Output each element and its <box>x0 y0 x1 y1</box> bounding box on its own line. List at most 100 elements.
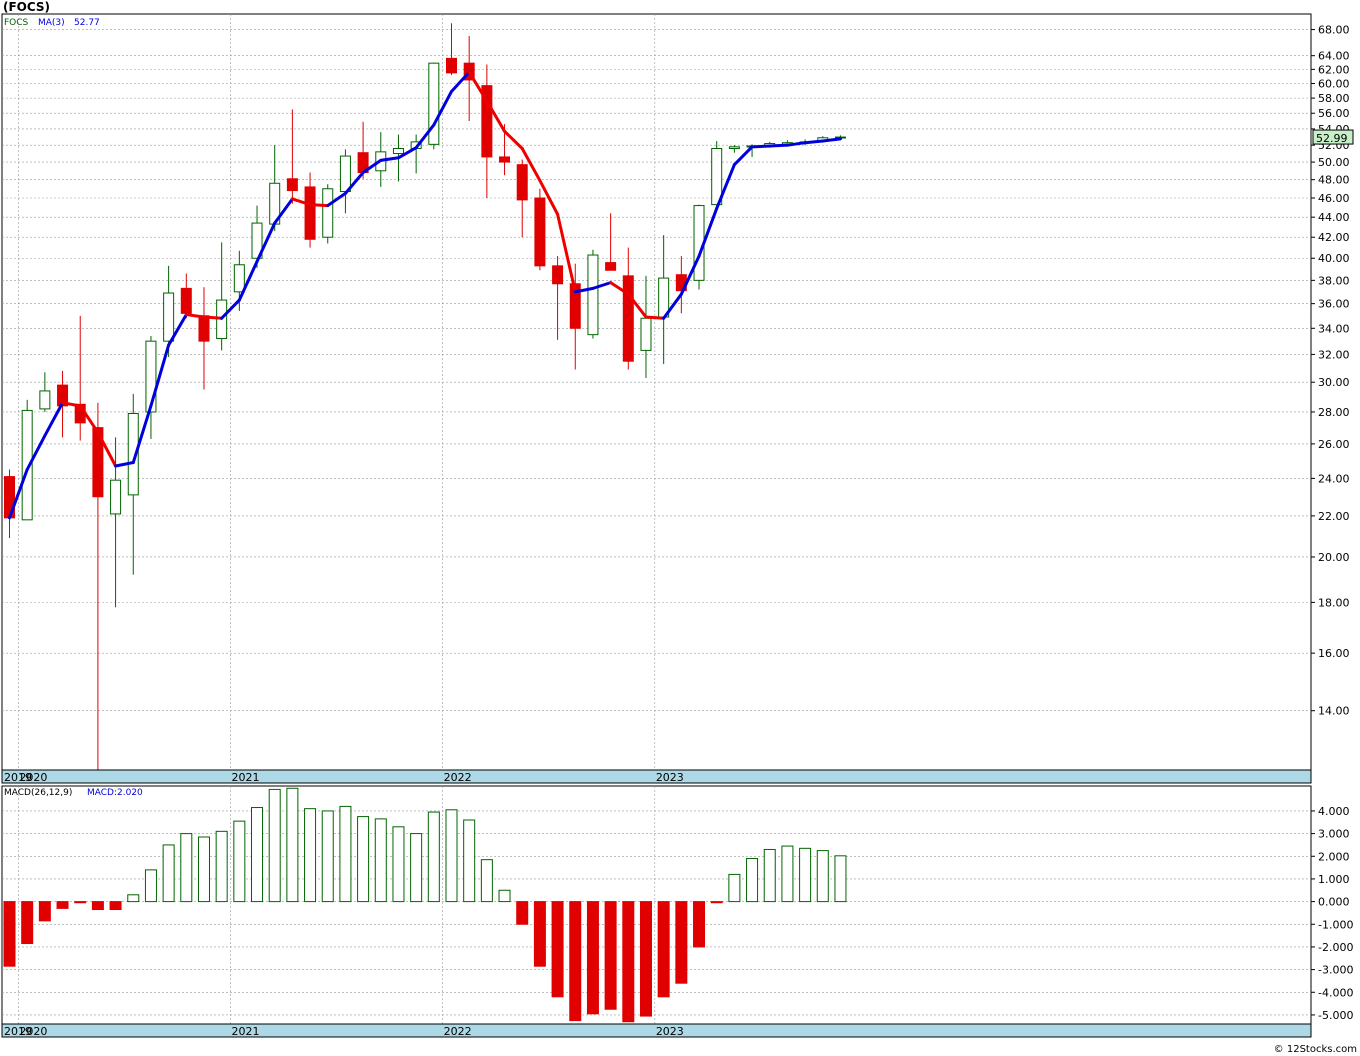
macd-legend-value: MACD:2.020 <box>87 788 143 798</box>
macd-bar-positive <box>127 894 140 903</box>
macd-bar-positive <box>215 830 228 903</box>
candle-body-down <box>622 275 634 362</box>
macd-bar-negative <box>657 901 670 998</box>
macd-bar-positive <box>816 850 829 903</box>
price-year-label: 2023 <box>656 771 684 784</box>
macd-bar-positive <box>480 859 493 903</box>
macd-bar-negative <box>38 901 51 922</box>
price-tick-label: 36.00 <box>1318 298 1350 311</box>
macd-bar-negative <box>91 901 104 911</box>
macd-bar-negative <box>74 901 87 904</box>
price-tick-label: 28.00 <box>1318 406 1350 419</box>
macd-tick-label: -2.000 <box>1318 941 1353 954</box>
price-tick-label: 20.00 <box>1318 551 1350 564</box>
macd-bar-negative <box>56 901 69 909</box>
price-tick-label: 16.00 <box>1318 647 1350 660</box>
candle-body-up <box>39 390 51 410</box>
macd-year-label: 2020 <box>19 1025 47 1038</box>
candle-body-up <box>339 155 351 193</box>
price-tick-label: 56.00 <box>1318 107 1350 120</box>
macd-tick-label: -4.000 <box>1318 986 1353 999</box>
price-tick-label: 14.00 <box>1318 705 1350 718</box>
last-price-marker: 52.99 <box>1312 129 1354 145</box>
price-tick-label: 46.00 <box>1318 192 1350 205</box>
macd-year-label: 2021 <box>232 1025 260 1038</box>
last-price-label: 52.99 <box>1316 132 1348 145</box>
price-tick-label: 38.00 <box>1318 274 1350 287</box>
macd-bar-positive <box>304 808 317 903</box>
candle-body-down <box>516 164 528 201</box>
candle-body-up <box>392 148 404 155</box>
candle-body-up <box>233 264 245 293</box>
candle-body-down <box>499 156 511 163</box>
price-year-label: 2022 <box>444 771 472 784</box>
macd-year-label: 2022 <box>444 1025 472 1038</box>
macd-bar-positive <box>728 873 741 903</box>
macd-bar-positive <box>763 848 776 903</box>
macd-tick-label: 2.000 <box>1318 850 1350 863</box>
price-tick-label: 22.00 <box>1318 510 1350 523</box>
macd-bar-negative <box>533 901 546 967</box>
macd-bar-negative <box>693 901 706 948</box>
macd-bar-negative <box>569 901 582 1022</box>
price-tick-label: 60.00 <box>1318 78 1350 91</box>
macd-year-label: 2023 <box>656 1025 684 1038</box>
macd-bar-negative <box>3 901 16 967</box>
macd-tick-label: -1.000 <box>1318 918 1353 931</box>
macd-bar-negative <box>109 901 122 911</box>
ma-segment <box>803 139 825 145</box>
macd-legend-name: MACD(26,12,9) <box>4 788 72 798</box>
candle-body-down <box>180 287 192 314</box>
ma-segment <box>750 144 772 149</box>
candle-body-down <box>534 197 546 267</box>
candle-body-down <box>552 265 564 285</box>
macd-bar-positive <box>180 833 193 903</box>
macd-bar-positive <box>799 847 812 903</box>
macd-bar-positive <box>268 788 281 903</box>
price-tick-label: 48.00 <box>1318 174 1350 187</box>
macd-bar-positive <box>392 826 405 903</box>
stock-chart: (FOCS) 14.00 16.00 18.00 20.00 22.00 24.00 26.… <box>0 0 1360 1056</box>
ma-segment <box>768 143 789 148</box>
macd-bar-positive <box>144 869 157 903</box>
candle-body-down <box>286 178 298 192</box>
macd-bar-negative <box>710 901 723 904</box>
macd-bar-positive <box>357 816 370 903</box>
ma-segment <box>308 203 330 208</box>
credit-text: © 12Stocks.com <box>1274 1044 1357 1055</box>
candle-body-down <box>605 262 617 271</box>
price-tick-label: 50.00 <box>1318 156 1350 169</box>
candle-body-up <box>640 317 652 351</box>
candle-body-up <box>428 62 440 145</box>
macd-bar-positive <box>286 787 299 903</box>
macd-bar-positive <box>781 845 794 903</box>
price-tick-label: 44.00 <box>1318 211 1350 224</box>
macd-tick-label: -5.000 <box>1318 1009 1353 1022</box>
price-legend-ma-value: 52.77 <box>74 18 100 28</box>
chart-title: (FOCS) <box>3 0 50 14</box>
macd-tick-label: 1.000 <box>1318 873 1350 886</box>
price-tick-label: 24.00 <box>1318 472 1350 485</box>
candle-body-up <box>110 479 122 515</box>
price-legend-ma-label: MA(3) <box>38 18 65 28</box>
price-tick-label: 26.00 <box>1318 438 1350 451</box>
macd-bar-negative <box>551 901 564 998</box>
macd-bar-negative <box>675 901 688 984</box>
macd-bar-positive <box>834 855 847 903</box>
price-tick-label: 32.00 <box>1318 348 1350 361</box>
macd-tick-label: -3.000 <box>1318 964 1353 977</box>
macd-tick-label: 0.000 <box>1318 896 1350 909</box>
price-year-label: 2020 <box>19 771 47 784</box>
macd-bar-negative <box>586 901 599 1015</box>
price-tick-label: 68.00 <box>1318 24 1350 37</box>
price-tick-label: 62.00 <box>1318 63 1350 76</box>
candle-body-down <box>198 315 210 342</box>
macd-bar-positive <box>321 810 334 903</box>
price-tick-label: 30.00 <box>1318 376 1350 389</box>
macd-bar-positive <box>498 889 511 903</box>
price-tick-label: 64.00 <box>1318 50 1350 63</box>
macd-panel <box>1 785 1312 1025</box>
price-tick-label: 42.00 <box>1318 231 1350 244</box>
macd-bar-positive <box>162 844 175 903</box>
price-year-label: 2021 <box>232 771 260 784</box>
